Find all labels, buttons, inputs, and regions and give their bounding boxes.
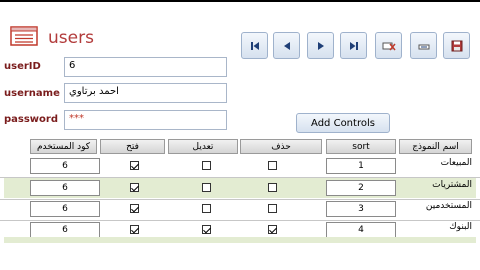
save-record-button[interactable] <box>443 32 470 59</box>
first-record-button[interactable] <box>241 32 268 59</box>
open-checkbox[interactable] <box>130 183 139 192</box>
sort-cell[interactable]: 2 <box>326 180 396 196</box>
form-table-icon <box>10 26 38 46</box>
last-record-button[interactable] <box>340 32 367 59</box>
user-code-cell[interactable]: 6 <box>30 201 100 217</box>
sort-cell[interactable]: 1 <box>326 158 396 174</box>
delete-record-icon <box>382 42 396 50</box>
delete-checkbox[interactable] <box>268 204 277 213</box>
userid-field[interactable]: 6 <box>64 57 227 77</box>
column-header-delete[interactable]: حذف <box>240 139 322 154</box>
first-record-icon <box>250 41 259 50</box>
previous-record-button[interactable] <box>273 32 300 59</box>
password-field[interactable]: *** <box>64 110 227 130</box>
form-header: users userID 6 username احمد برتاوي pass… <box>0 2 480 136</box>
users-form-window: users userID 6 username احمد برتاوي pass… <box>0 2 480 270</box>
open-checkbox[interactable] <box>130 161 139 170</box>
save-record-icon <box>451 40 462 51</box>
form-name-cell[interactable]: البنوك <box>402 222 472 232</box>
form-name-cell[interactable]: المبيعات <box>402 158 472 168</box>
username-field[interactable]: احمد برتاوي <box>64 83 227 103</box>
permissions-grid: اسم النموذج sort حذف تعديل فتح كود المست… <box>0 136 480 270</box>
open-checkbox[interactable] <box>130 225 139 234</box>
form-title: users <box>48 28 94 48</box>
user-code-cell[interactable]: 6 <box>30 222 100 238</box>
column-header-open[interactable]: فتح <box>100 139 165 154</box>
username-label: username <box>4 88 60 99</box>
new-row-area[interactable] <box>4 237 476 243</box>
column-header-edit[interactable]: تعديل <box>168 139 238 154</box>
delete-checkbox[interactable] <box>268 225 277 234</box>
edit-checkbox[interactable] <box>202 225 211 234</box>
next-record-icon <box>317 41 324 50</box>
user-code-cell[interactable]: 6 <box>30 158 100 174</box>
sort-cell[interactable]: 3 <box>326 201 396 217</box>
form-name-cell[interactable]: المشتريات <box>402 180 472 190</box>
edit-checkbox[interactable] <box>202 183 211 192</box>
sort-cell[interactable]: 4 <box>326 222 396 238</box>
password-label: password <box>4 114 59 125</box>
column-header-sort[interactable]: sort <box>326 139 396 154</box>
column-header-user-code[interactable]: كود المستخدم <box>30 139 97 154</box>
delete-checkbox[interactable] <box>268 183 277 192</box>
last-record-icon <box>349 41 358 50</box>
new-record-button[interactable] <box>410 32 437 59</box>
userid-label: userID <box>4 61 41 72</box>
delete-record-button[interactable] <box>375 32 402 59</box>
previous-record-icon <box>283 41 290 50</box>
new-record-icon <box>418 44 429 49</box>
delete-checkbox[interactable] <box>268 161 277 170</box>
form-name-cell[interactable]: المستخدمين <box>402 201 472 211</box>
open-checkbox[interactable] <box>130 204 139 213</box>
edit-checkbox[interactable] <box>202 161 211 170</box>
table-row: المستخدمين 3 6 <box>4 199 476 219</box>
column-header-form-name[interactable]: اسم النموذج <box>399 139 472 154</box>
table-row: المبيعات 1 6 <box>4 156 476 176</box>
add-controls-button[interactable]: Add Controls <box>296 113 390 133</box>
edit-checkbox[interactable] <box>202 204 211 213</box>
user-code-cell[interactable]: 6 <box>30 180 100 196</box>
next-record-button[interactable] <box>307 32 334 59</box>
table-row: المشتريات 2 6 <box>4 178 476 198</box>
